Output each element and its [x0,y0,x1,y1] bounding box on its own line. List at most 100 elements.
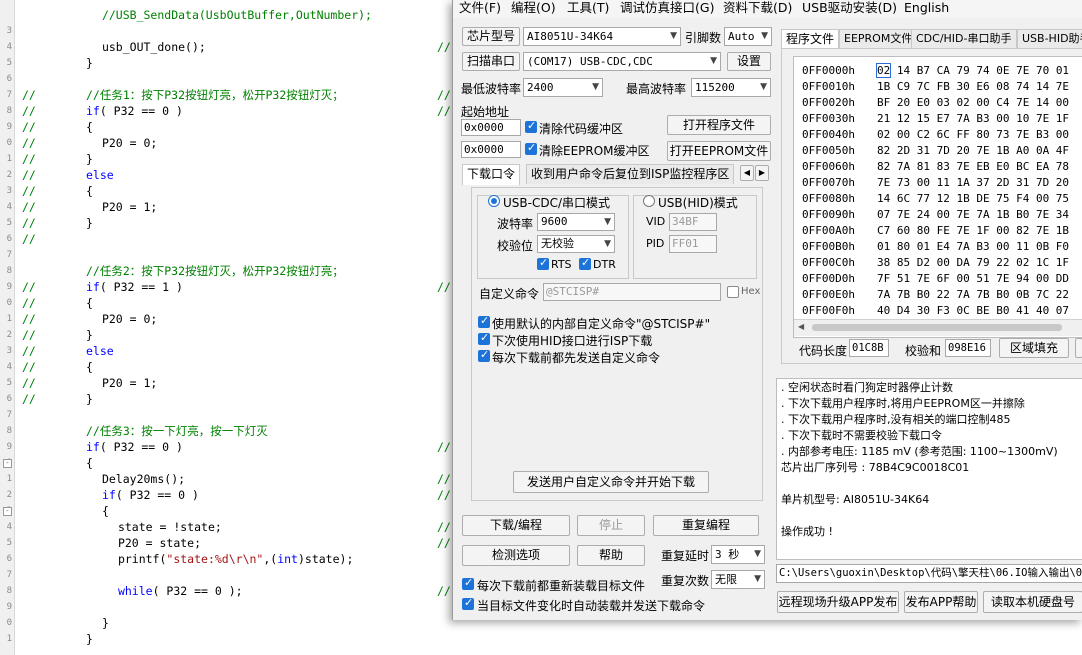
usb-hid-mode-radio[interactable] [643,195,655,207]
pin-count-select[interactable]: Auto ▼ [724,27,772,46]
tab-eeprom-file[interactable]: EEPROM文件 [839,29,918,49]
scan-port-button[interactable]: 扫描串口 [462,52,520,71]
code-line[interactable]: 7 // //任务1：按下P32按钮灯亮，松开P32按钮灯灭； // [0,87,460,103]
code-line[interactable]: 8 // if( P32 == 0 ) // [0,103,460,119]
menu-usb-driver[interactable]: USB驱动安装(D) [802,0,897,18]
reload-before-download-checkbox[interactable] [462,576,474,590]
repeat-count-select[interactable]: 无限 ▼ [711,570,765,589]
vid-field[interactable]: 34BF [669,213,717,231]
tab-program-file[interactable]: 程序文件 [781,29,840,50]
tab-scroll-right-icon[interactable]: ▶ [755,165,769,181]
code-line[interactable]: 8 //任务2：按下P32按钮灯灭，松开P32按钮灯亮； [0,263,460,279]
send-command-download-button[interactable]: 发送用户自定义命令并开始下载 [513,471,709,493]
area-fill-button[interactable]: 区域填充 [999,338,1069,358]
check-options-button[interactable]: 检测选项 [462,545,570,566]
tab-scroll-left-icon[interactable]: ◀ [740,165,754,181]
hex-scrollbar[interactable]: ◀ [794,319,1082,336]
code-line[interactable]: 3-{ [0,503,460,519]
output-log[interactable]: . 空闲状态时看门狗定时器停止计数 . 下次下载用户程序时,将用户EEPROM区一… [776,378,1082,560]
code-line[interactable]: 7 [0,247,460,263]
chip-model-button[interactable]: 芯片型号 [462,27,520,46]
settings-button[interactable]: 设置 [727,52,771,71]
repeat-delay-select[interactable]: 3 秒 ▼ [711,545,765,564]
min-baud-select[interactable]: 2400 ▼ [523,78,603,97]
menu-debug-interface[interactable]: 调试仿真接口(G) [620,0,714,18]
code-line[interactable]: 6 //} [0,391,460,407]
code-line[interactable]: 6 printf("state:%d\r\n",(int)state); [0,551,460,567]
tab-reset-to-isp[interactable]: 收到用户命令后复位到ISP监控程序区 [526,164,735,184]
code-line[interactable]: 4 // { [0,359,460,375]
code-line[interactable]: 0 // { [0,295,460,311]
code-line[interactable]: 5 // P20 = 1; [0,375,460,391]
code-line[interactable]: 0} [0,615,460,631]
remote-upgrade-publish-button[interactable]: 远程现场升级APP发布 [777,591,899,613]
repeat-program-button[interactable]: 重复编程 [653,515,759,536]
code-line[interactable]: 0 // P20 = 0; [0,135,460,151]
baud-select[interactable]: 9600 ▼ [537,213,615,231]
menu-program[interactable]: 编程(O) [511,0,556,18]
menu-file[interactable]: 文件(F) [459,0,501,18]
menu-downloads[interactable]: 资料下载(D) [723,0,792,18]
clear-eeprom-checkbox[interactable] [525,141,537,155]
code-line[interactable]: //USB_SendData(UsbOutBuffer,OutNumber); [0,7,460,23]
code-line[interactable]: 5 P20 = state; // [0,535,460,551]
download-program-button[interactable]: 下载/编程 [462,515,570,536]
fold-toggle-icon[interactable]: - [3,459,12,468]
dtr-checkbox[interactable] [579,256,591,270]
code-line[interactable]: 9 // if( P32 == 1 ) // [0,279,460,295]
code-line[interactable]: 5} [0,55,460,71]
code-line[interactable]: 4 state = !state; // [0,519,460,535]
code-line[interactable]: 3 // else [0,343,460,359]
code-line[interactable]: 9 // { [0,119,460,135]
use-hid-next-checkbox[interactable] [478,331,490,345]
code-address-field[interactable]: 0x0000 [461,119,521,136]
code-line[interactable]: 1 Delay20ms(); // [0,471,460,487]
code-line[interactable]: 1 // P20 = 0; [0,311,460,327]
use-default-command-checkbox[interactable] [478,314,490,328]
parity-select[interactable]: 无校验 ▼ [537,235,615,253]
custom-command-field[interactable]: @STCISP# [543,283,721,301]
code-line[interactable]: 2 if( P32 == 0 ) // [0,487,460,503]
code-line[interactable]: 0-{ [0,455,460,471]
open-program-file-button[interactable]: 打开程序文件 [667,115,771,135]
rts-checkbox[interactable] [537,256,549,270]
pid-field[interactable]: FF01 [669,235,717,253]
max-baud-select[interactable]: 115200 ▼ [691,78,771,97]
more-button[interactable] [1075,338,1082,358]
code-line[interactable]: 4 usb_OUT_done(); // [0,39,460,55]
hex-view[interactable]: 0FF0000h 02 14 B7 CA 79 74 0E 7E 70 01 0FF… [793,56,1082,338]
code-line[interactable]: 4 // P20 = 1; [0,199,460,215]
file-path-field[interactable]: C:\Users\guoxin\Desktop\代码\擎天柱\06.IO输入输出… [776,564,1082,583]
code-line[interactable]: 1} [0,631,460,647]
code-line[interactable]: 6 // [0,231,460,247]
menu-tools[interactable]: 工具(T) [567,0,609,18]
publish-app-help-button[interactable]: 发布APP帮助 [904,591,978,613]
open-eeprom-file-button[interactable]: 打开EEPROM文件 [667,141,771,161]
help-button[interactable]: 帮助 [577,545,645,566]
menu-english[interactable]: English [904,0,949,18]
stop-button[interactable]: 停止 [577,515,645,536]
fold-toggle-icon[interactable]: - [3,507,12,516]
chip-model-select[interactable]: AI8051U-34K64 ▼ [523,27,681,46]
code-line[interactable]: 8 //任务3：按一下灯亮，按一下灯灭 [0,423,460,439]
hex-scrollbar-thumb[interactable] [812,324,1062,331]
code-line[interactable]: 7 [0,407,460,423]
code-line[interactable]: 5 //} [0,215,460,231]
send-command-first-checkbox[interactable] [478,348,490,362]
code-line[interactable]: 1 //} [0,151,460,167]
code-line[interactable]: 2 // else [0,167,460,183]
clear-code-checkbox[interactable] [525,119,537,133]
tab-usb-hid-helper[interactable]: USB-HID助手 [1017,29,1082,49]
read-disk-id-button[interactable]: 读取本机硬盘号 [983,591,1082,613]
code-line[interactable]: 8 while( P32 == 0 ); // [0,583,460,599]
code-line[interactable]: 3 // { [0,183,460,199]
code-editor[interactable]: //USB_SendData(UsbOutBuffer,OutNumber); 3… [0,0,460,655]
code-line[interactable]: 3 [0,23,460,39]
code-line[interactable]: 7 [0,567,460,583]
code-line[interactable]: 6 [0,71,460,87]
code-line[interactable]: 2 //} [0,327,460,343]
eeprom-address-field[interactable]: 0x0000 [461,141,521,158]
code-line[interactable]: 9 if( P32 == 0 ) // [0,439,460,455]
scroll-left-icon[interactable]: ◀ [798,322,804,331]
usb-cdc-mode-radio[interactable] [488,195,500,207]
